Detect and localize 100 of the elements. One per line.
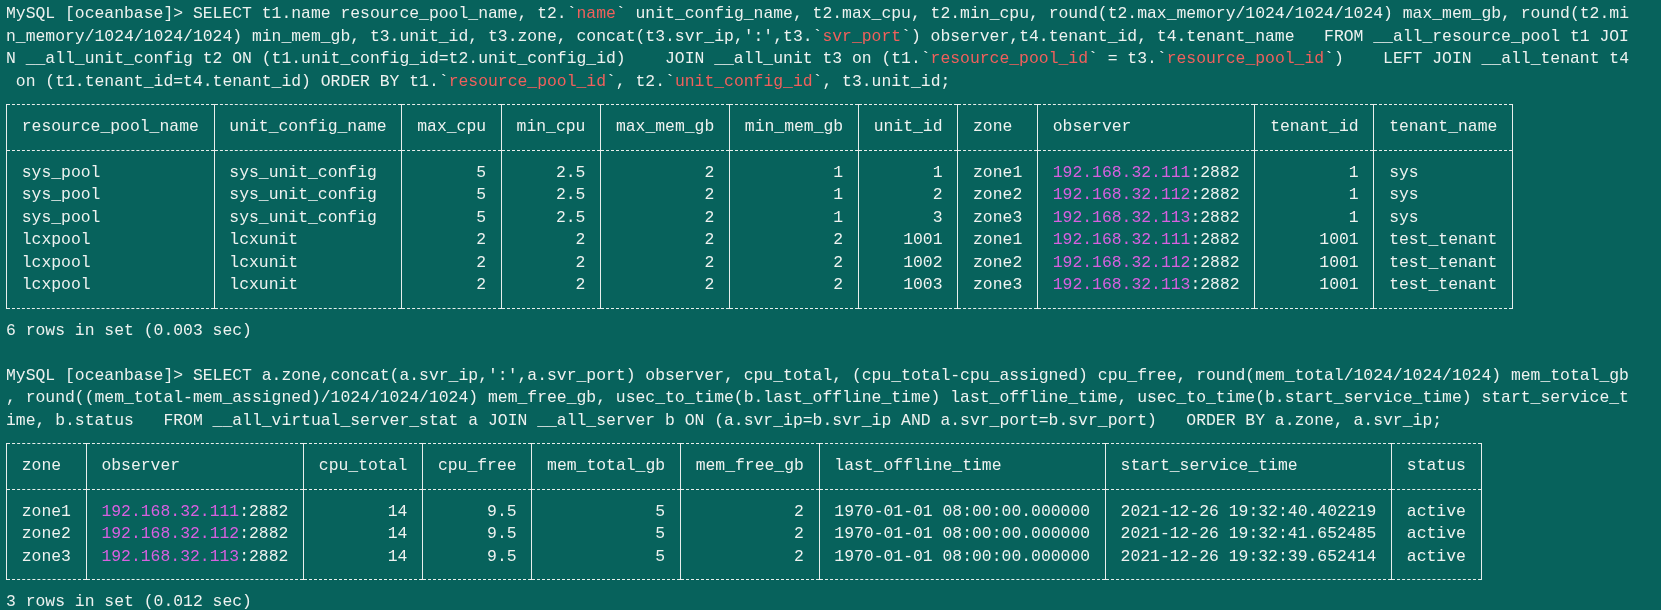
table-cell: 192.168.32.111:2882 <box>1037 229 1255 252</box>
table-cell: 14 <box>303 545 423 580</box>
table-cell: zone1 <box>957 150 1038 184</box>
column-header: observer <box>1037 104 1255 150</box>
column-header: min_mem_gb <box>729 104 859 150</box>
column-header: observer <box>86 443 304 489</box>
table-cell: zone2 <box>957 184 1038 207</box>
column-header: max_cpu <box>401 104 502 150</box>
table-cell: 9.5 <box>422 545 532 580</box>
table-cell: zone2 <box>957 251 1038 274</box>
query-line: MySQL [oceanbase]> SELECT t1.name resource_pool_name, t2.`name` unit_config_name, t2.max_cpu, t2.min_cpu, round(t2.max_memory/1024/1024/1024) max_mem_gb, round(t2.mi <box>6 3 1629 25</box>
table-cell: sys <box>1373 184 1513 207</box>
column-header: mem_free_gb <box>680 443 820 489</box>
column-header: resource_pool_name <box>6 104 215 150</box>
table-cell: 1 <box>1254 184 1374 207</box>
table-cell: 2 <box>729 229 859 252</box>
table-cell: 9.5 <box>422 489 532 523</box>
query-line: ime, b.status FROM __all_virtual_server_stat a JOIN __all_server b ON (a.svr_ip=b.svr_ip AND a.svr_port=b.svr_port) ORDER BY a.zone, a.svr_ip; <box>6 409 1443 432</box>
table-cell: 1002 <box>858 251 958 274</box>
table-cell: zone3 <box>957 274 1038 308</box>
table-cell: test_tenant <box>1373 229 1513 252</box>
query-line: n_memory/1024/1024/1024) min_mem_gb, t3.unit_id, t3.zone, concat(t3.svr_ip,':',t3.`svr_port`) observer,t4.tenant_id, t4.tenant_name FROM __all_resource_pool t1 JOI <box>6 25 1629 48</box>
query-line: N __all_unit_config t2 ON (t1.unit_config_id=t2.unit_config_id) JOIN __all_unit t3 on (t1.`resource_pool_id` = t3.`resource_pool_id`) LEFT JOIN __all_tenant t4 <box>6 48 1629 70</box>
table-cell: sys_pool <box>6 150 215 184</box>
column-header: zone <box>957 104 1038 150</box>
table-cell: sys_pool <box>6 206 215 229</box>
table-cell: zone3 <box>957 206 1038 229</box>
table-cell: 192.168.32.113:2882 <box>1037 274 1255 308</box>
column-header: mem_total_gb <box>531 443 681 489</box>
table-cell: 5 <box>401 150 502 184</box>
table-cell: sys_unit_config <box>214 184 402 207</box>
table-cell: test_tenant <box>1373 251 1513 274</box>
table-cell: 192.168.32.113:2882 <box>1037 206 1255 229</box>
column-header: last_offline_time <box>819 443 1106 489</box>
table-cell: 9.5 <box>422 523 532 546</box>
table-cell: 2 <box>680 545 820 580</box>
column-header: zone <box>6 443 87 489</box>
column-header: cpu_total <box>303 443 423 489</box>
column-header: max_mem_gb <box>600 104 730 150</box>
table-cell: 1 <box>1254 150 1374 184</box>
table-cell: 2 <box>600 274 730 308</box>
query-line: on (t1.tenant_id=t4.tenant_id) ORDER BY t1.`resource_pool_id`, t2.`unit_config_id`, t3.unit_id; <box>14 70 951 93</box>
table-cell: 5 <box>531 545 681 580</box>
table-cell: 14 <box>303 523 423 546</box>
table-cell: 2.5 <box>501 206 601 229</box>
table-cell: 2 <box>600 229 730 252</box>
table-cell: 1 <box>858 150 958 184</box>
column-header: unit_config_name <box>214 104 402 150</box>
table-cell: 1 <box>729 150 859 184</box>
table-cell: 2 <box>600 184 730 207</box>
table-cell: 1970-01-01 08:00:00.000000 <box>819 545 1106 580</box>
table-cell: 3 <box>858 206 958 229</box>
table-cell: 2 <box>501 251 601 274</box>
table-cell: 2021-12-26 19:32:40.402219 <box>1105 489 1392 523</box>
table-cell: sys <box>1373 150 1513 184</box>
table-cell: 5 <box>531 489 681 523</box>
table-cell: 192.168.32.111:2882 <box>86 489 304 523</box>
table-cell: 2 <box>401 229 502 252</box>
table-cell: 2 <box>401 251 502 274</box>
table-cell: 2 <box>600 251 730 274</box>
table-cell: 1001 <box>1254 251 1374 274</box>
table-cell: 2 <box>680 489 820 523</box>
column-header: tenant_id <box>1254 104 1374 150</box>
column-header: unit_id <box>858 104 958 150</box>
table-cell: 2.5 <box>501 184 601 207</box>
table-cell: 2 <box>729 274 859 308</box>
table-cell: sys <box>1373 206 1513 229</box>
table-cell: 2 <box>501 274 601 308</box>
table-cell: 2 <box>858 184 958 207</box>
table-cell: zone1 <box>957 229 1038 252</box>
table-cell: active <box>1391 523 1482 546</box>
result-summary: 3 rows in set (0.012 sec) <box>6 591 252 610</box>
table-cell: 1 <box>729 184 859 207</box>
table-cell: 2 <box>680 523 820 546</box>
table-cell: lcxunit <box>214 251 402 274</box>
table-cell: 1970-01-01 08:00:00.000000 <box>819 523 1106 546</box>
query-line: MySQL [oceanbase]> SELECT a.zone,concat(a.svr_ip,':',a.svr_port) observer, cpu_total, (cpu_total-cpu_assigned) cpu_free, round(mem_total/1024/1024/1024) mem_total_gb <box>6 364 1629 387</box>
table-cell: sys_pool <box>6 184 215 207</box>
table-cell: 192.168.32.112:2882 <box>1037 184 1255 207</box>
table-cell: 192.168.32.113:2882 <box>86 545 304 580</box>
table-cell: 192.168.32.111:2882 <box>1037 150 1255 184</box>
table-cell: sys_unit_config <box>214 206 402 229</box>
table-cell: 2.5 <box>501 150 601 184</box>
table-cell: zone2 <box>6 523 87 546</box>
table-cell: lcxunit <box>214 229 402 252</box>
query-line: , round((mem_total-mem_assigned)/1024/1024/1024) mem_free_gb, usec_to_time(b.last_offline_time) last_offline_time, usec_to_time(b.start_service_time) start_service_t <box>6 387 1629 409</box>
result-summary: 6 rows in set (0.003 sec) <box>6 319 252 342</box>
column-header: tenant_name <box>1373 104 1513 150</box>
table-cell: 2021-12-26 19:32:39.652414 <box>1105 545 1392 580</box>
table-cell: 1001 <box>1254 229 1374 252</box>
table-cell: 2 <box>600 150 730 184</box>
table-cell: 1003 <box>858 274 958 308</box>
table-cell: lcxpool <box>6 251 215 274</box>
table-cell: 14 <box>303 489 423 523</box>
table-cell: 192.168.32.112:2882 <box>1037 251 1255 274</box>
table-cell: 2 <box>401 274 502 308</box>
column-header: cpu_free <box>422 443 532 489</box>
table-cell: 2021-12-26 19:32:41.652485 <box>1105 523 1392 546</box>
table-cell: 5 <box>531 523 681 546</box>
table-cell: lcxunit <box>214 274 402 308</box>
